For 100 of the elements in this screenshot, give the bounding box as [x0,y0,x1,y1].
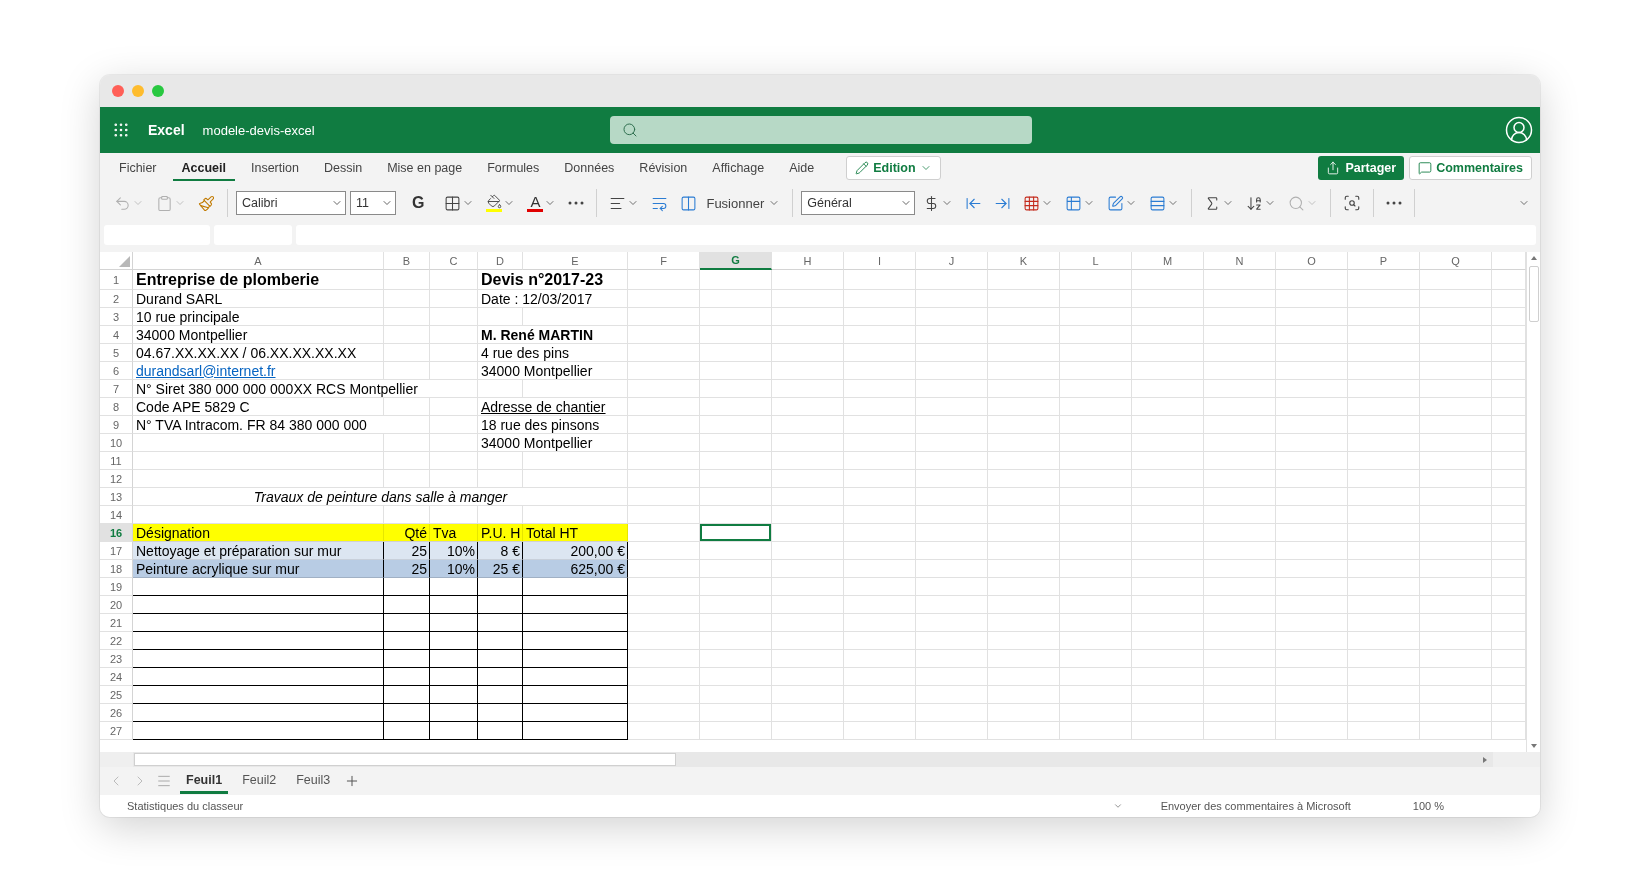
row-header[interactable]: 19 [100,578,133,596]
font-size-dropdown[interactable]: 11 [350,191,396,215]
row-header[interactable]: 5 [100,344,133,362]
table-icon [1065,194,1083,212]
cell-text: 18 rue des pinsons [481,416,600,433]
active-cell[interactable] [700,524,772,542]
row-header[interactable]: 2 [100,290,133,308]
column-header[interactable]: E [523,252,628,270]
column-header[interactable]: I [844,252,916,270]
column-header[interactable]: J [916,252,988,270]
row-header[interactable]: 16 [100,524,133,542]
column-header[interactable]: D [478,252,523,270]
row-header[interactable]: 22 [100,632,133,650]
row-header[interactable]: 14 [100,506,133,524]
row-header[interactable]: 12 [100,470,133,488]
scroll-up-icon[interactable] [1529,254,1538,262]
search-field[interactable] [610,116,1032,144]
cell-text: N° TVA Intracom. FR 84 380 000 000 [136,416,367,433]
ribbon-tab[interactable]: Données [555,155,624,181]
ribbon-tab[interactable]: Formules [478,155,549,181]
row-header[interactable]: 3 [100,308,133,326]
column-header[interactable]: L [1060,252,1132,270]
sheet-tab[interactable]: Feuil3 [290,768,337,794]
minimize-window-control[interactable] [132,85,144,97]
bold-button[interactable]: G [400,188,437,218]
comments-button[interactable]: Commentaires [1409,156,1532,180]
cell-text: Tva [433,524,457,541]
app-launcher-icon[interactable] [112,121,130,139]
cell-text: 25 [411,542,427,559]
number-format-dropdown[interactable]: Général [801,191,916,215]
workbook-stats-link[interactable]: Statistiques du classeur [127,800,244,812]
cell-text: Entreprise de plomberie [136,270,320,289]
column-header[interactable]: G [700,252,772,270]
row-header[interactable]: 20 [100,596,133,614]
column-header[interactable]: F [628,252,700,270]
row-header[interactable]: 18 [100,560,133,578]
scroll-down-icon[interactable] [1529,742,1538,750]
column-header[interactable]: M [1132,252,1204,270]
row-header[interactable]: 17 [100,542,133,560]
ribbon-tab[interactable]: Aide [780,155,824,181]
row-header[interactable]: 8 [100,398,133,416]
horizontal-scrollbar[interactable] [133,752,1493,767]
row-header[interactable]: 6 [100,362,133,380]
row-header[interactable]: 23 [100,650,133,668]
cell-text: Durand SARL [136,290,223,307]
row-header[interactable]: 21 [100,614,133,632]
column-header[interactable]: H [772,252,844,270]
column-header[interactable]: N [1204,252,1276,270]
column-header[interactable]: O [1276,252,1348,270]
scrollbar-thumb[interactable] [134,753,676,766]
column-header[interactable]: B [384,252,430,270]
row-header[interactable]: 4 [100,326,133,344]
sheet-tab[interactable]: Feuil2 [236,768,283,794]
close-window-control[interactable] [112,85,124,97]
cell-text: 10 rue principale [136,308,240,325]
row-header[interactable]: 26 [100,704,133,722]
chevron-down-icon[interactable] [1112,801,1123,811]
font-color-button[interactable]: A [523,188,561,218]
cell-text: 4 rue des pins [481,344,569,361]
select-all-icon[interactable] [119,256,130,267]
column-header[interactable]: P [1348,252,1420,270]
row-header[interactable]: 11 [100,452,133,470]
document-name[interactable]: modele-devis-excel [202,122,315,138]
ribbon-tab[interactable]: Fichier [110,155,166,181]
vertical-scrollbar[interactable] [1526,252,1540,752]
ellipsis-icon [568,201,585,205]
cell-text: M. René MARTIN [481,326,593,343]
ribbon-tab[interactable]: Accueil [172,155,235,181]
row-header[interactable]: 25 [100,686,133,704]
ribbon-tab[interactable]: Dessin [314,155,372,181]
row-header[interactable]: 24 [100,668,133,686]
cell-text: 34000 Montpellier [481,362,593,379]
ribbon-tab[interactable]: Affichage [703,155,774,181]
scroll-right-icon[interactable] [1481,755,1489,764]
row-header[interactable]: 7 [100,380,133,398]
edition-mode-button[interactable]: Edition [846,156,941,180]
scrollbar-thumb[interactable] [1528,266,1539,322]
column-header[interactable]: K [988,252,1060,270]
ribbon-tab[interactable]: Révision [630,155,697,181]
row-header[interactable]: 13 [100,488,133,506]
column-header[interactable]: A [133,252,384,270]
feedback-link[interactable]: Envoyer des commentaires à Microsoft [1160,800,1351,812]
zoom-level[interactable]: 100 % [1412,800,1444,812]
row-header[interactable]: 27 [100,722,133,740]
font-dropdown[interactable]: Calibri [236,191,346,215]
search-icon [622,122,638,138]
merge-button[interactable]: Fusionner [676,188,785,218]
user-avatar-icon[interactable] [1504,115,1534,145]
maximize-window-control[interactable] [152,85,164,97]
column-header[interactable]: Q [1420,252,1492,270]
row-header[interactable]: 1 [100,270,133,290]
search-icon [1288,194,1306,212]
sheet-list-icon[interactable] [156,773,172,789]
row-header[interactable]: 9 [100,416,133,434]
clipboard-icon [156,194,173,212]
row-header[interactable]: 10 [100,434,133,452]
share-button[interactable]: Partager [1318,156,1405,180]
ribbon-tab[interactable]: Mise en page [378,155,472,181]
ribbon-tab[interactable]: Insertion [242,155,308,181]
column-header[interactable]: C [430,252,478,270]
